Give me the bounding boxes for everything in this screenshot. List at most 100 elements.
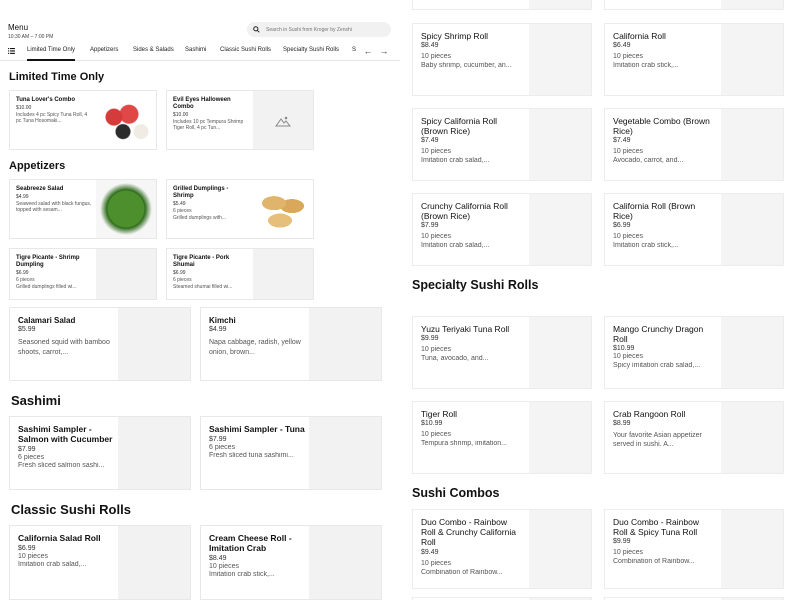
- menu-item-card[interactable]: Seabreeze Salad $4.99 Seaweed salad with…: [9, 179, 157, 239]
- item-image: [721, 24, 783, 95]
- menu-item-card[interactable]: [604, 0, 784, 10]
- item-name: Yuzu Teriyaki Tuna Roll: [421, 324, 510, 334]
- item-name: California Salad Roll: [18, 533, 101, 543]
- item-description: Imitation crab stick,...: [613, 242, 679, 250]
- item-pieces: 10 pieces: [18, 552, 48, 560]
- menu-item-card[interactable]: Mango Crunchy Dragon Roll $10.99 10 piec…: [604, 316, 784, 389]
- menu-item-card[interactable]: Duo Combo - Rainbow Roll & Spicy Tuna Ro…: [604, 509, 784, 589]
- tab-classic-sushi-rolls[interactable]: Classic Sushi Rolls: [220, 45, 271, 61]
- item-image: [721, 194, 783, 265]
- section-heading-appetizers: Appetizers: [9, 160, 66, 172]
- item-name: Tiger Roll: [421, 409, 458, 419]
- item-description: Imitation crab salad,...: [18, 560, 87, 568]
- category-tabs: Limited Time Only Appetizers Sides & Sal…: [0, 41, 400, 61]
- item-image: [96, 91, 156, 149]
- tab-truncated[interactable]: S: [352, 45, 356, 61]
- item-description: Tuna, avocado, and...: [421, 355, 489, 363]
- item-name: Vegetable Combo (Brown Rice): [613, 116, 710, 137]
- search-input[interactable]: [266, 26, 381, 33]
- item-price: $7.99: [421, 222, 439, 230]
- item-price: $6.99: [18, 544, 36, 552]
- section-heading-specialty: Specialty Sushi Rolls: [412, 278, 539, 292]
- item-name: Tuna Lover's Combo: [16, 97, 75, 103]
- item-pieces: 6 pieces: [18, 453, 45, 461]
- item-price: $9.99: [421, 335, 439, 343]
- item-pieces: 10 pieces: [613, 53, 643, 61]
- item-price: $7.49: [421, 137, 439, 145]
- tab-specialty-sushi-rolls[interactable]: Specialty Sushi Rolls: [283, 45, 339, 61]
- image-placeholder-icon: [275, 116, 291, 127]
- item-description: Steamed shumai filled wi...: [173, 283, 233, 290]
- item-price: $9.49: [421, 548, 439, 556]
- item-name: Crunchy California Roll (Brown Rice): [421, 201, 508, 222]
- item-image: [529, 194, 591, 265]
- item-name: Duo Combo - Rainbow Roll & Spicy Tuna Ro…: [613, 517, 699, 538]
- item-name: Sashimi Sampler - Salmon with Cucumber: [18, 424, 113, 444]
- item-name: Mango Crunchy Dragon Roll: [613, 324, 704, 345]
- item-price: $7.99: [18, 445, 36, 453]
- item-price: $5.99: [18, 326, 36, 334]
- tab-sashimi[interactable]: Sashimi: [185, 45, 206, 61]
- menu-item-card[interactable]: California Roll (Brown Rice) $6.99 10 pi…: [604, 193, 784, 266]
- item-name: Kimchi: [209, 316, 236, 325]
- item-image: [529, 24, 591, 95]
- item-image: [118, 526, 190, 599]
- item-image: [721, 510, 783, 588]
- tab-sides-salads[interactable]: Sides & Salads: [133, 45, 174, 61]
- item-image: [721, 402, 783, 473]
- item-name: Tigre Picante - Pork Shumai: [173, 255, 230, 268]
- item-image: [96, 249, 156, 299]
- search-bar[interactable]: [247, 22, 391, 37]
- item-pieces: 10 pieces: [421, 233, 451, 241]
- menu-item-card[interactable]: [412, 0, 592, 10]
- item-price: $4.99: [16, 193, 29, 200]
- menu-item-card[interactable]: Spicy California Roll (Brown Rice) $7.49…: [412, 108, 592, 181]
- item-price: $10.00: [16, 104, 32, 111]
- tab-limited-time-only[interactable]: Limited Time Only: [27, 45, 76, 61]
- item-name: Duo Combo - Rainbow Roll & Crunchy Calif…: [421, 517, 516, 548]
- item-pieces: 10 pieces: [613, 148, 643, 156]
- arrow-right-icon[interactable]: →: [378, 45, 390, 57]
- item-image: [529, 317, 591, 388]
- menu-item-card[interactable]: Sashimi Sampler - Salmon with Cucumber $…: [9, 416, 191, 490]
- item-pieces: 6 pieces: [209, 443, 236, 451]
- item-description: Avocado, carrot, and...: [613, 157, 684, 165]
- menu-item-card[interactable]: Sashimi Sampler - Tuna $7.99 6 pieces Fr…: [200, 416, 382, 490]
- menu-item-card[interactable]: California Roll $6.49 10 pieces Imitatio…: [604, 23, 784, 96]
- tab-appetizers[interactable]: Appetizers: [90, 45, 118, 61]
- item-pieces: 6 pieces: [16, 276, 35, 283]
- menu-item-card[interactable]: Tiger Roll $10.99 10 pieces Tempura shri…: [412, 401, 592, 474]
- item-image: [118, 308, 190, 380]
- menu-item-card[interactable]: Calamari Salad $5.99 Seasoned squid with…: [9, 307, 191, 381]
- store-hours: 10:30 AM – 7:00 PM: [8, 34, 54, 40]
- item-image: [721, 317, 783, 388]
- menu-item-card[interactable]: Yuzu Teriyaki Tuna Roll $9.99 10 pieces …: [412, 316, 592, 389]
- menu-item-card[interactable]: Crab Rangoon Roll $8.99 Your favorite As…: [604, 401, 784, 474]
- menu-item-card[interactable]: Spicy Shrimp Roll $8.49 10 pieces Baby s…: [412, 23, 592, 96]
- item-name: California Roll (Brown Rice): [613, 201, 696, 222]
- list-icon[interactable]: [8, 48, 15, 54]
- menu-item-card[interactable]: Tigre Picante - Shrimp Dumpling $6.99 6 …: [9, 248, 157, 300]
- item-name: Spicy Shrimp Roll: [421, 31, 489, 41]
- menu-item-card[interactable]: Kimchi $4.99 Napa cabbage, radish, yello…: [200, 307, 382, 381]
- item-image: [253, 91, 313, 149]
- menu-item-card[interactable]: Evil Eyes Halloween Combo $10.00 Include…: [166, 90, 314, 150]
- item-description: Includes 4 pc Spicy Tuna Roll, 4 pc Tuna…: [16, 111, 88, 124]
- menu-item-card[interactable]: Cream Cheese Roll - Imitation Crab $8.49…: [200, 525, 382, 600]
- menu-item-card[interactable]: Tuna Lover's Combo $10.00 Includes 4 pc …: [9, 90, 157, 150]
- menu-header: Menu 10:30 AM – 7:00 PM: [8, 23, 53, 40]
- item-image: [529, 109, 591, 180]
- menu-item-card[interactable]: Duo Combo - Rainbow Roll & Crunchy Calif…: [412, 509, 592, 589]
- menu-item-card[interactable]: Crunchy California Roll (Brown Rice) $7.…: [412, 193, 592, 266]
- item-name: Calamari Salad: [18, 316, 76, 325]
- menu-right-panel: Spicy Shrimp Roll $8.49 10 pieces Baby s…: [400, 0, 800, 600]
- item-price: $4.99: [209, 326, 227, 334]
- menu-item-card[interactable]: Grilled Dumplings - Shrimp $5.49 6 piece…: [166, 179, 314, 239]
- item-name: California Roll: [613, 31, 666, 41]
- menu-item-card[interactable]: California Salad Roll $6.99 10 pieces Im…: [9, 525, 191, 600]
- item-price: $8.99: [613, 420, 631, 428]
- menu-item-card[interactable]: Tigre Picante - Pork Shumai $6.99 6 piec…: [166, 248, 314, 300]
- arrow-left-icon[interactable]: ←: [362, 45, 374, 57]
- item-name: Spicy California Roll (Brown Rice): [421, 116, 498, 137]
- menu-item-card[interactable]: Vegetable Combo (Brown Rice) $7.49 10 pi…: [604, 108, 784, 181]
